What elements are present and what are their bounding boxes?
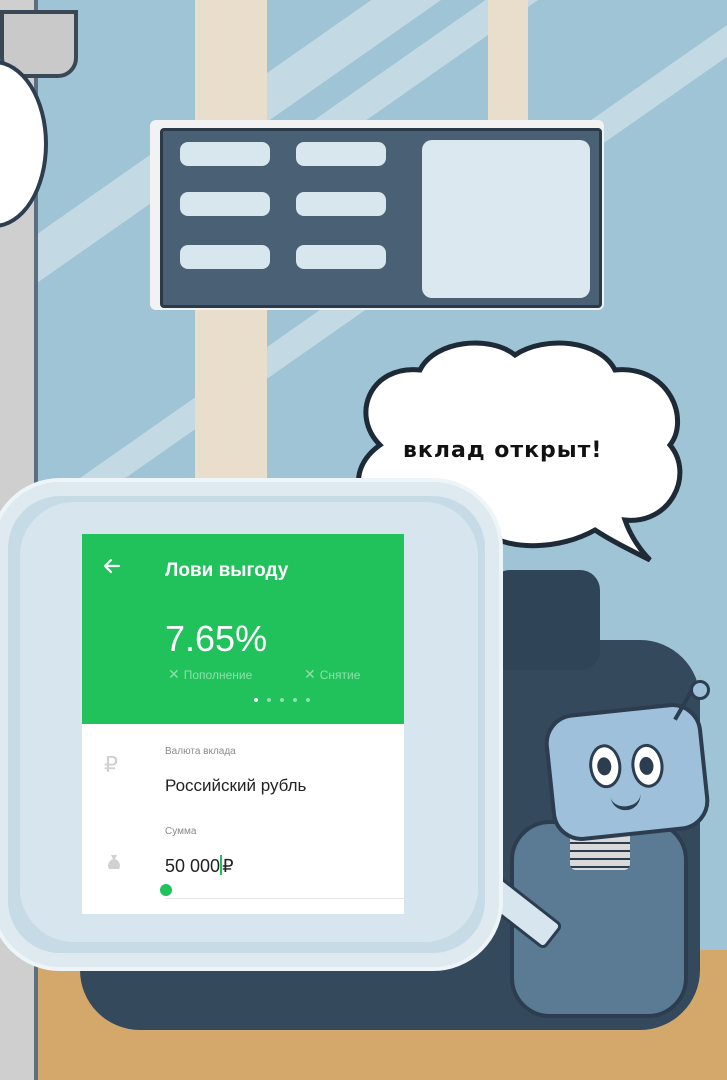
robot-eye bbox=[629, 742, 666, 790]
page-dot[interactable] bbox=[267, 698, 271, 702]
ruble-icon: ₽ bbox=[104, 752, 118, 777]
robot-mouth bbox=[609, 788, 642, 812]
speech-text: вклад открыт! bbox=[403, 438, 603, 463]
board-screen bbox=[422, 140, 590, 298]
speech-bubble-partial bbox=[0, 60, 48, 228]
arrow-left-icon[interactable] bbox=[102, 556, 122, 581]
page-title: Лови выгоду bbox=[165, 560, 289, 581]
page-dot[interactable] bbox=[254, 698, 258, 702]
input-underline bbox=[165, 898, 404, 899]
currency-field-label: Валюта вклада bbox=[165, 746, 236, 757]
page-indicator[interactable] bbox=[254, 698, 310, 702]
amount-field-label: Сумма bbox=[165, 826, 197, 837]
money-bag-svg bbox=[108, 855, 120, 869]
robot-eye bbox=[587, 742, 624, 790]
board-slot bbox=[296, 245, 386, 269]
currency-symbol: ₽ bbox=[222, 856, 234, 876]
robot-pupil bbox=[596, 756, 613, 777]
feature-flag-label: Снятие bbox=[319, 668, 361, 682]
currency-select[interactable]: Российский рубль bbox=[165, 776, 306, 796]
board-slot bbox=[180, 245, 270, 269]
interest-rate: 7.65% bbox=[165, 618, 268, 659]
page-dot[interactable] bbox=[280, 698, 284, 702]
board-slot bbox=[296, 142, 386, 166]
terminal-part bbox=[490, 570, 600, 670]
cross-icon: ✕ bbox=[304, 666, 316, 682]
app-header: Лови выгоду 7.65% ✕ Пополнение ✕ Снятие bbox=[82, 534, 404, 724]
robot-head bbox=[541, 700, 713, 844]
page-dot[interactable] bbox=[293, 698, 297, 702]
pillar bbox=[488, 0, 528, 140]
money-bag-icon bbox=[104, 852, 124, 878]
board-slot bbox=[296, 192, 386, 216]
robot-antenna-tip bbox=[690, 680, 710, 700]
deposit-app-screen: Лови выгоду 7.65% ✕ Пополнение ✕ Снятие ₽ … bbox=[82, 534, 404, 914]
feature-flag-topup: ✕ Пополнение bbox=[168, 666, 252, 683]
amount-input[interactable]: 50 000 ₽ bbox=[165, 855, 234, 877]
cross-icon: ✕ bbox=[168, 666, 180, 682]
robot-pupil bbox=[638, 756, 655, 776]
feature-flag-withdrawal: ✕ Снятие bbox=[304, 666, 360, 683]
amount-value: 50 000 bbox=[165, 856, 221, 876]
board-slot bbox=[180, 142, 270, 166]
back-arrow-svg bbox=[103, 558, 121, 574]
feature-flag-label: Пополнение bbox=[183, 668, 253, 682]
board-slot bbox=[180, 192, 270, 216]
cursor-handle[interactable] bbox=[160, 884, 172, 896]
page-dot[interactable] bbox=[306, 698, 310, 702]
